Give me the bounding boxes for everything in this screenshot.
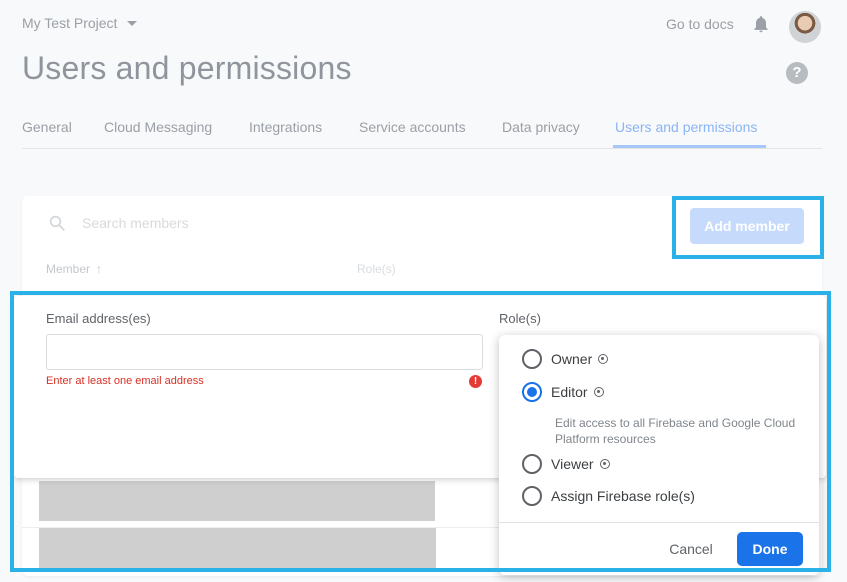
- tab-service-accounts[interactable]: Service accounts: [359, 119, 466, 135]
- help-icon[interactable]: ?: [786, 62, 808, 84]
- search-members-input[interactable]: [82, 215, 502, 231]
- user-avatar[interactable]: [789, 11, 821, 43]
- search-icon: [48, 214, 66, 232]
- notifications-bell-icon[interactable]: [751, 14, 771, 34]
- top-bar: My Test Project Go to docs: [0, 0, 847, 52]
- chevron-down-icon: [127, 20, 138, 26]
- add-member-highlight: [672, 196, 824, 259]
- project-selector[interactable]: My Test Project: [22, 15, 138, 31]
- page-title: Users and permissions: [22, 50, 352, 86]
- tab-integrations[interactable]: Integrations: [249, 119, 322, 135]
- add-panel-highlight: [10, 291, 831, 572]
- tab-users-and-permissions[interactable]: Users and permissions: [615, 119, 757, 135]
- member-column-label: Member: [46, 262, 91, 276]
- go-to-docs-link[interactable]: Go to docs: [666, 16, 734, 32]
- settings-tabs: General Cloud Messaging Integrations Ser…: [22, 112, 822, 149]
- role-column-header: Role(s): [357, 262, 396, 276]
- tab-data-privacy[interactable]: Data privacy: [502, 119, 580, 135]
- tab-general[interactable]: General: [22, 119, 72, 135]
- sort-arrow-up-icon: ↑: [96, 262, 103, 276]
- project-name: My Test Project: [22, 15, 118, 31]
- active-tab-indicator: [613, 145, 766, 148]
- member-column-header[interactable]: Member ↑: [46, 262, 102, 276]
- tab-cloud-messaging[interactable]: Cloud Messaging: [104, 119, 212, 135]
